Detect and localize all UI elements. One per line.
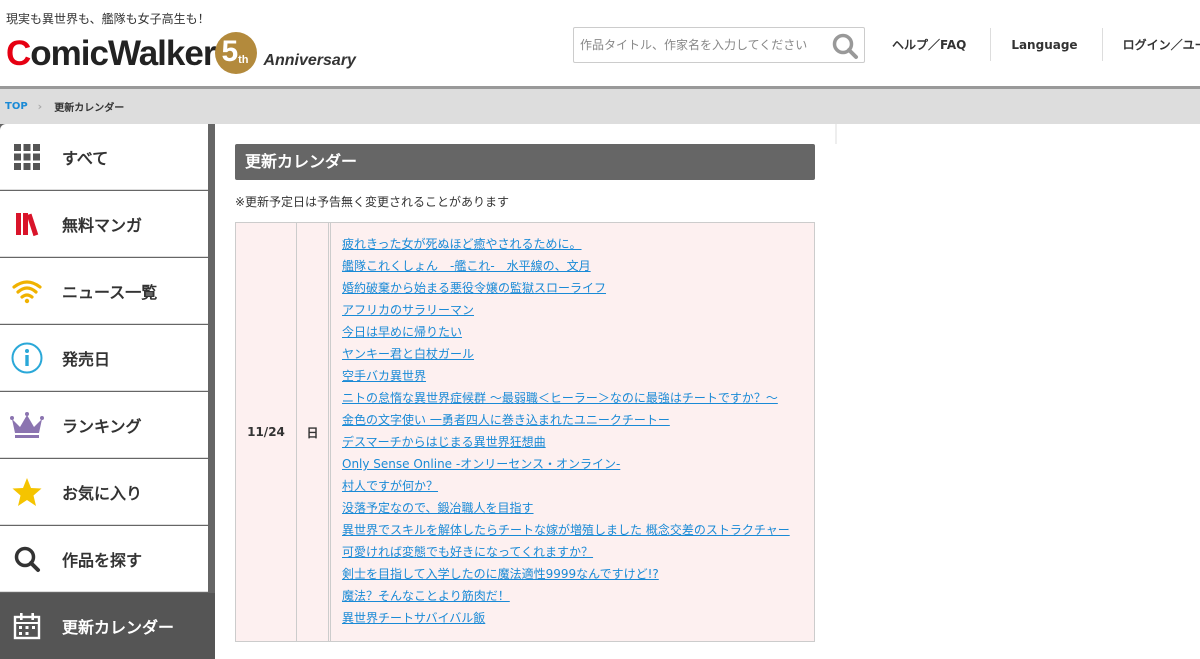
- breadcrumb: TOP › 更新カレンダー: [0, 89, 1200, 124]
- manga-title-link[interactable]: ニトの怠惰な異世界症候群 ～最弱職＜ヒーラー＞なのに最強はチートですか？～: [342, 391, 778, 405]
- breadcrumb-top-link[interactable]: TOP: [5, 101, 28, 112]
- manga-title-link[interactable]: Only Sense Online -オンリーセンス・オンライン-: [342, 457, 620, 471]
- wifi-icon: [0, 258, 54, 324]
- sidebar-item-ranking[interactable]: ランキング: [0, 392, 208, 458]
- manga-title-link[interactable]: 可愛ければ変態でも好きになってくれますか？: [342, 545, 593, 559]
- calendar-icon: [0, 593, 54, 659]
- sidebar-item-label: ランキング: [62, 416, 142, 436]
- sidebar-item-label: 発売日: [62, 349, 111, 369]
- manga-title-link[interactable]: 魔法？そんなことより筋肉だ！: [342, 589, 510, 603]
- manga-title-link[interactable]: 疲れきった女が死ぬほど癒やされるために。: [342, 237, 582, 251]
- sidebar: すべて 無料マンガ ニュース一覧 発売日 ランキング お気に入り 作品を探す 更…: [0, 124, 215, 659]
- list-item: 婚約破棄から始まる悪役令嬢の監獄スローライフ: [342, 280, 790, 302]
- list-item: 異世界でスキルを解体したらチートな嫁が増殖しました 概念交差のストラクチャー: [342, 522, 790, 544]
- list-item: 金色の文字使い 一勇者四人に巻き込まれたユニークチートー: [342, 412, 790, 434]
- list-item: 艦隊これくしょん -艦これ- 水平線の、文月: [342, 258, 790, 280]
- sidebar-item-label: 更新カレンダー: [62, 618, 175, 637]
- search-button[interactable]: [831, 32, 859, 60]
- list-item: 空手バカ異世界: [342, 368, 790, 390]
- anniversary-circle: 5th: [215, 32, 258, 74]
- list-item: 今日は早めに帰りたい: [342, 324, 790, 346]
- manga-title-link[interactable]: 異世界チートサバイバル飯: [342, 611, 485, 625]
- sidebar-item-label: すべて: [62, 148, 109, 168]
- calendar-date: 11/24: [236, 223, 297, 641]
- grid-icon: [0, 124, 54, 190]
- list-item: Only Sense Online -オンリーセンス・オンライン-: [342, 456, 790, 478]
- manga-title-link[interactable]: 婚約破棄から始まる悪役令嬢の監獄スローライフ: [342, 281, 606, 295]
- sidebar-item-label: お気に入り: [62, 483, 143, 503]
- crown-icon: [0, 392, 54, 458]
- search-box: [573, 27, 865, 63]
- breadcrumb-current: 更新カレンダー: [54, 103, 125, 114]
- site-logo[interactable]: ComicWalker 5th Anniversary: [6, 32, 356, 74]
- anniversary-word: Anniversary: [263, 52, 356, 69]
- star-icon: [0, 459, 54, 525]
- list-item: 村人ですが何か？: [342, 478, 790, 500]
- manga-title-link[interactable]: 艦隊これくしょん -艦これ- 水平線の、文月: [342, 259, 591, 273]
- calendar-table: 11/24 日 疲れきった女が死ぬほど癒やされるために。 艦隊これくしょん -艦…: [235, 222, 815, 642]
- list-item: デスマーチからはじまる異世界狂想曲: [342, 434, 790, 456]
- manga-title-link[interactable]: 金色の文字使い 一勇者四人に巻き込まれたユニークチートー: [342, 413, 670, 427]
- manga-title-link[interactable]: 今日は早めに帰りたい: [342, 325, 462, 339]
- list-item: ヤンキー君と白杖ガール: [342, 346, 790, 368]
- list-item: 剣士を目指して入学したのに魔法適性9999なんですけど!?: [342, 566, 790, 588]
- sidebar-item-favorites[interactable]: お気に入り: [0, 459, 208, 525]
- manga-title-link[interactable]: デスマーチからはじまる異世界狂想曲: [342, 435, 546, 449]
- sidebar-item-calendar[interactable]: 更新カレンダー: [0, 593, 215, 659]
- anniversary-badge: 5th: [215, 32, 261, 74]
- sidebar-item-all[interactable]: すべて: [0, 124, 208, 190]
- manga-title-link[interactable]: 剣士を目指して入学したのに魔法適性9999なんですけど!?: [342, 567, 659, 581]
- list-item: アフリカのサラリーマン: [342, 302, 790, 324]
- info-icon: [0, 325, 54, 391]
- sidebar-item-release-date[interactable]: 発売日: [0, 325, 208, 391]
- help-faq-link[interactable]: ヘルプ／FAQ: [872, 28, 992, 61]
- sidebar-item-label: 無料マンガ: [62, 215, 143, 235]
- list-item: 没落予定なので、鍛冶職人を目指す: [342, 500, 790, 522]
- manga-title-link[interactable]: 異世界でスキルを解体したらチートな嫁が増殖しました 概念交差のストラクチャー: [342, 523, 790, 537]
- manga-title-link[interactable]: 村人ですが何か？: [342, 479, 438, 493]
- language-link[interactable]: Language: [991, 28, 1103, 61]
- page-title: 更新カレンダー: [235, 144, 815, 180]
- manga-title-link[interactable]: ヤンキー君と白杖ガール: [342, 347, 474, 361]
- schedule-note: ※更新予定日は予告無く変更されることがあります: [235, 195, 510, 209]
- main-column-divider: [835, 124, 837, 144]
- login-link[interactable]: ログイン／ユー: [1103, 28, 1200, 61]
- manga-title-link[interactable]: 没落予定なので、鍛冶職人を目指す: [342, 501, 534, 515]
- list-item: 異世界チートサバイバル飯: [342, 610, 790, 632]
- list-item: 疲れきった女が死ぬほど癒やされるために。: [342, 236, 790, 258]
- header-links: ヘルプ／FAQ Language ログイン／ユー: [872, 28, 1200, 61]
- calendar-weekday: 日: [297, 223, 331, 641]
- search-icon: [0, 526, 54, 592]
- list-item: 魔法？そんなことより筋肉だ！: [342, 588, 790, 610]
- sidebar-item-news[interactable]: ニュース一覧: [0, 258, 208, 324]
- search-input[interactable]: [574, 28, 824, 62]
- calendar-title-list: 疲れきった女が死ぬほど癒やされるために。 艦隊これくしょん -艦これ- 水平線の…: [342, 236, 790, 632]
- books-icon: [0, 191, 54, 257]
- sidebar-item-label: 作品を探す: [62, 550, 143, 570]
- manga-title-link[interactable]: 空手バカ異世界: [342, 369, 426, 383]
- search-icon: [832, 33, 858, 59]
- manga-title-link[interactable]: アフリカのサラリーマン: [342, 303, 474, 317]
- sidebar-item-label: ニュース一覧: [62, 282, 158, 302]
- sidebar-item-free-manga[interactable]: 無料マンガ: [0, 191, 208, 257]
- sidebar-item-search[interactable]: 作品を探す: [0, 526, 208, 592]
- logo-wordmark: ComicWalker: [6, 34, 216, 73]
- list-item: 可愛ければ変態でも好きになってくれますか？: [342, 544, 790, 566]
- site-tagline: 現実も異世界も、艦隊も女子高生も！: [6, 12, 210, 26]
- chevron-right-icon: ›: [37, 100, 43, 113]
- list-item: ニトの怠惰な異世界症候群 ～最弱職＜ヒーラー＞なのに最強はチートですか？～: [342, 390, 790, 412]
- site-header: 現実も異世界も、艦隊も女子高生も！ ComicWalker 5th Annive…: [0, 0, 1200, 86]
